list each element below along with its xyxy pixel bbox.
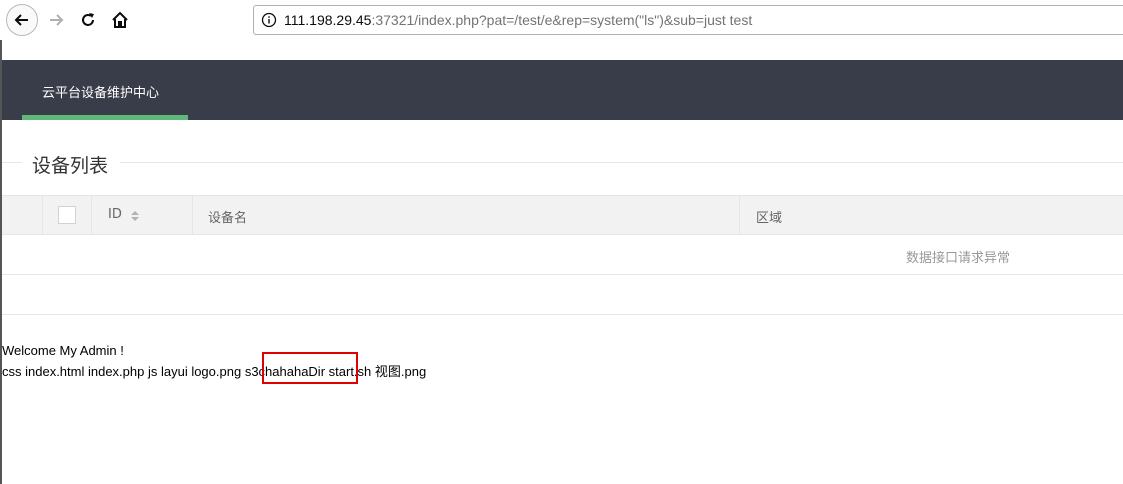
- select-all-checkbox[interactable]: [58, 206, 76, 224]
- table-header-region: 区域: [740, 196, 1123, 234]
- column-device-name-label: 设备名: [208, 211, 248, 226]
- column-region-label: 区域: [756, 211, 783, 226]
- sort-icon[interactable]: [130, 210, 140, 222]
- home-icon: [112, 11, 128, 28]
- fieldset-line-right: [120, 162, 1123, 163]
- nav-tab-label: 云平台设备维护中心: [42, 86, 160, 101]
- url-host: 111.198.29.45: [284, 12, 372, 28]
- browser-toolbar: 111.198.29.45:37321/index.php?pat=/test/…: [0, 0, 1123, 40]
- active-tab-indicator: [22, 115, 188, 120]
- forward-button[interactable]: [40, 4, 72, 36]
- column-id-label: ID: [108, 207, 122, 222]
- table-empty-row: 数据接口请求异常: [2, 235, 1123, 275]
- table-header-checkbox-cell: [43, 196, 92, 234]
- back-arrow-icon: [14, 14, 28, 26]
- home-button[interactable]: [104, 4, 136, 36]
- url-text[interactable]: 111.198.29.45:37321/index.php?pat=/test/…: [284, 12, 752, 28]
- fieldset-line-left: [2, 162, 22, 163]
- forward-arrow-icon: [50, 14, 64, 26]
- reload-icon: [82, 13, 94, 26]
- app-header: 云平台设备维护中心: [2, 60, 1123, 120]
- info-icon[interactable]: [254, 6, 284, 34]
- url-path: :37321/index.php?pat=/test/e&rep=system(…: [371, 12, 753, 28]
- welcome-text: Welcome My Admin !: [2, 343, 124, 358]
- table-header-id[interactable]: ID: [92, 196, 193, 234]
- table-pagination-row: [2, 275, 1123, 315]
- table-header-blank: [2, 196, 43, 234]
- table-header-device-name: 设备名: [193, 196, 740, 234]
- highlight-annotation-box: [262, 352, 358, 384]
- directory-listing: css index.html index.php js layui logo.p…: [2, 361, 426, 380]
- listing-before: css index.html index.php js layui logo.p…: [2, 364, 245, 379]
- nav-tab-maintenance-center[interactable]: 云平台设备维护中心: [22, 60, 188, 120]
- url-bar[interactable]: 111.198.29.45:37321/index.php?pat=/test/…: [253, 5, 1123, 35]
- back-button[interactable]: [6, 4, 38, 36]
- reload-button[interactable]: [72, 4, 104, 36]
- table-header: ID 设备名 区域: [2, 195, 1123, 235]
- empty-message: 数据接口请求异常: [906, 251, 1011, 266]
- section-title: 设备列表: [32, 155, 109, 177]
